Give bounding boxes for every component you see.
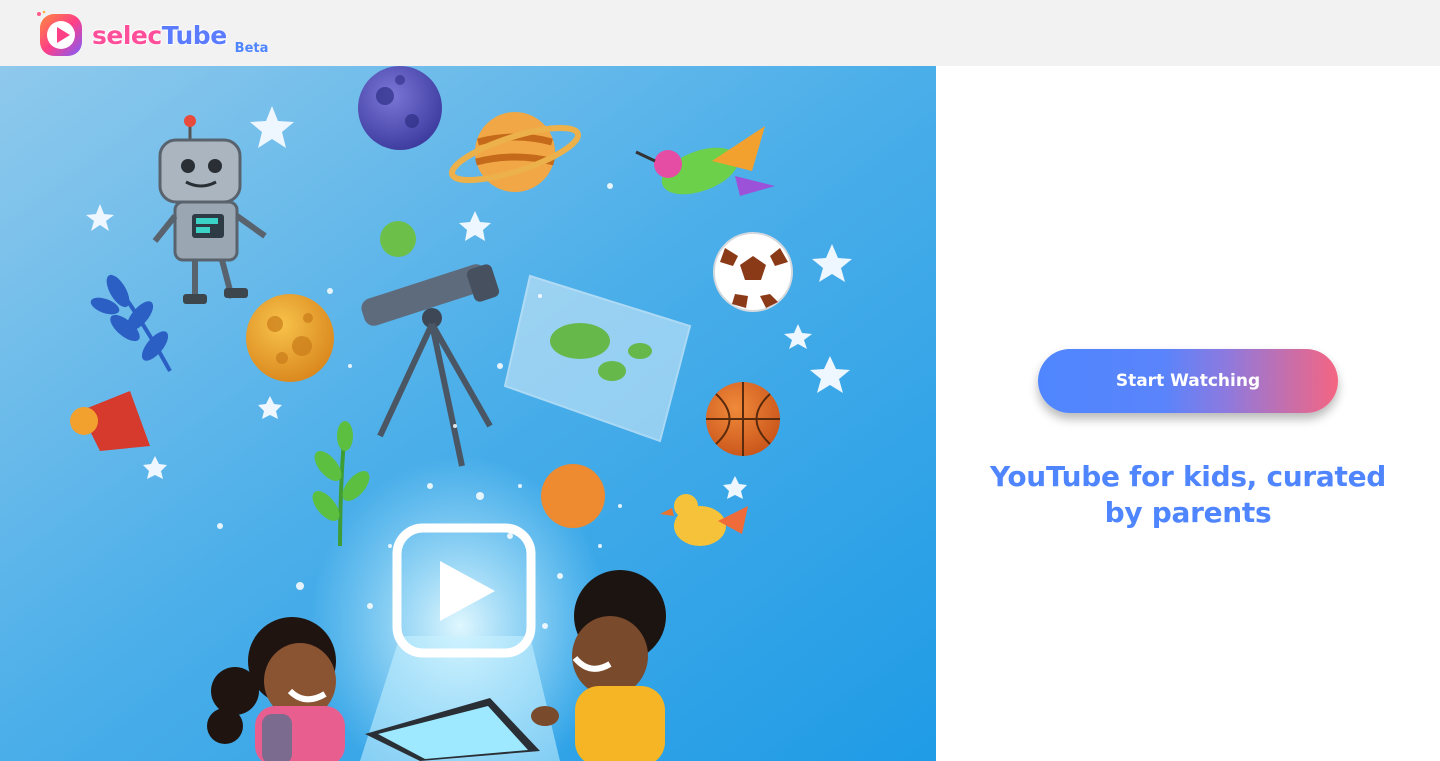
planet-icon <box>358 66 442 150</box>
small-planet-icon <box>380 221 416 257</box>
cratered-planet-icon <box>246 294 334 382</box>
tagline: YouTube for kids, curated by parents <box>989 460 1387 529</box>
orange-planet-icon <box>541 464 605 528</box>
soccer-ball-icon <box>713 232 793 312</box>
selectube-logo-icon <box>37 10 82 56</box>
hero-illustration <box>0 66 936 761</box>
brand-wordmark: selecTube <box>92 21 228 51</box>
brand-logo[interactable]: selecTube Beta <box>36 10 268 58</box>
hero-illustration-svg <box>0 66 936 761</box>
basketball-icon <box>706 382 780 456</box>
brand-suffix: Tube <box>161 21 227 51</box>
brand-prefix: selec <box>92 21 163 51</box>
start-watching-button[interactable]: Start Watching <box>1038 349 1338 413</box>
beta-badge: Beta <box>234 41 269 56</box>
right-panel: Start Watching YouTube for kids, curated… <box>936 66 1440 761</box>
top-header: selecTube Beta <box>0 0 1440 66</box>
